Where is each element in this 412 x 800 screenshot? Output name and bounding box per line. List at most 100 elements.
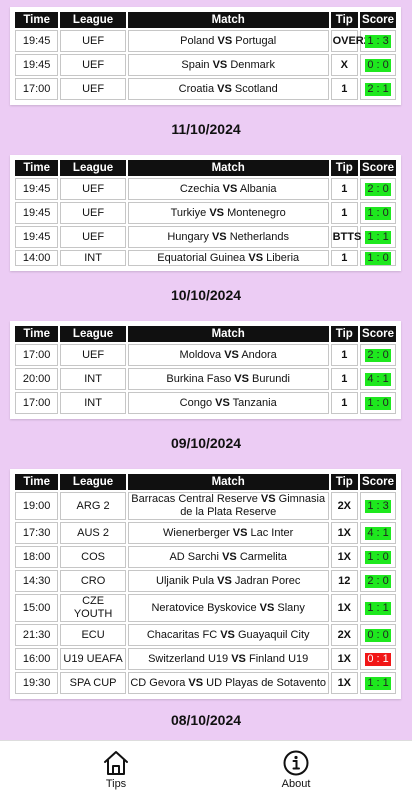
nav-tips[interactable]: Tips <box>56 741 176 800</box>
vs-label: VS <box>232 526 248 539</box>
match-cell: Czechia VS Albania <box>127 178 329 200</box>
header-score: Score <box>360 12 396 28</box>
table-row[interactable]: 19:00 ARG 2 Barracas Central Reserve VS Gi… <box>15 492 396 520</box>
vs-label: VS <box>260 493 276 505</box>
vs-label: VS <box>217 34 233 47</box>
table-row[interactable]: 21:30 ECU Chacaritas FC VS Guayaquil City 2… <box>15 624 396 646</box>
score-cell: 1 : 0 <box>360 202 396 224</box>
table-row[interactable]: 14:00 INT Equatorial Guinea VS Liberia 1 1 :… <box>15 250 396 266</box>
match-cell: Chacaritas FC VS Guayaquil City <box>127 624 329 646</box>
header-tip: Tip <box>330 160 359 176</box>
match-cell: Neratovice Byskovice VS Slany <box>127 594 329 622</box>
header-match: Match <box>127 474 329 490</box>
tip-cell: 1X <box>330 648 359 670</box>
header-score: Score <box>360 474 396 490</box>
bottom-nav: Tips About <box>0 740 412 800</box>
vs-label: VS <box>215 396 230 409</box>
away-team: Portugal <box>235 34 277 47</box>
score-badge: 1 : 3 <box>365 34 391 48</box>
score-cell: 1 : 3 <box>360 492 396 520</box>
home-team: Barracas Central Reserve <box>131 493 258 505</box>
score-cell: 0 : 0 <box>360 624 396 646</box>
league-cell: UEF <box>60 54 126 76</box>
home-team: Wienerberger <box>163 526 230 539</box>
time-cell: 19:45 <box>15 226 59 248</box>
table-row[interactable]: 19:45 UEF Hungary VS Netherlands BTTS 1 : 1 <box>15 226 396 248</box>
match-cell: Uljanik Pula VS Jadran Porec <box>127 570 329 592</box>
table-row[interactable]: 19:30 SPA CUP CD Gevora VS UD Playas de So… <box>15 672 396 694</box>
score-cell: 1 : 0 <box>360 250 396 266</box>
table-row[interactable]: 17:00 UEF Croatia VS Scotland 1 2 : 1 <box>15 78 396 100</box>
home-team: Croatia <box>178 82 215 95</box>
league-cell: AUS 2 <box>60 522 126 544</box>
time-cell: 19:00 <box>15 492 59 520</box>
league-cell: ARG 2 <box>60 492 126 520</box>
time-cell: 16:00 <box>15 648 59 670</box>
league-cell: ECU <box>60 624 126 646</box>
time-cell: 14:00 <box>15 250 59 266</box>
home-team: Congo <box>179 396 213 409</box>
table-row[interactable]: 14:30 CRO Uljanik Pula VS Jadran Porec 12 2 … <box>15 570 396 592</box>
league-cell: CRO <box>60 570 126 592</box>
vs-label: VS <box>259 601 275 614</box>
tips-table-card: Time League Match Tip Score 19:45 UEF Czechia V… <box>10 155 401 271</box>
score-badge: 1 : 1 <box>365 676 391 690</box>
score-cell: 1 : 1 <box>360 672 396 694</box>
score-cell: 1 : 1 <box>360 226 396 248</box>
date-heading: 08/10/2024 <box>170 712 242 728</box>
vs-label: VS <box>224 348 239 361</box>
table-row[interactable]: 17:00 INT Congo VS Tanzania 1 1 : 0 <box>15 392 396 414</box>
table-header-row: Time League Match Tip Score <box>15 474 396 490</box>
match-cell: Hungary VS Netherlands <box>127 226 329 248</box>
table-row[interactable]: 15:00 CZE YOUTH Neratovice Byskovice VS Sl… <box>15 594 396 622</box>
score-badge: 0 : 0 <box>365 58 391 72</box>
tip-cell: 1 <box>330 344 359 366</box>
score-badge: 1 : 3 <box>365 499 391 513</box>
match-cell: Barracas Central Reserve VS Gimnasia de … <box>127 492 329 520</box>
match-cell: Turkiye VS Montenegro <box>127 202 329 224</box>
vs-label: VS <box>217 82 232 95</box>
nav-about[interactable]: About <box>236 741 356 800</box>
table-row[interactable]: 19:45 UEF Czechia VS Albania 1 2 : 0 <box>15 178 396 200</box>
league-cell: INT <box>60 392 126 414</box>
header-time: Time <box>15 474 59 490</box>
score-cell: 2 : 0 <box>360 178 396 200</box>
away-team: Jadran Porec <box>234 574 301 587</box>
header-tip: Tip <box>330 474 359 490</box>
score-badge: 2 : 0 <box>365 574 391 588</box>
score-badge: 0 : 1 <box>365 652 391 666</box>
header-time: Time <box>15 160 59 176</box>
match-cell: Croatia VS Scotland <box>127 78 329 100</box>
table-row[interactable]: 16:00 U19 UEAFA Switzerland U19 VS Finland… <box>15 648 396 670</box>
time-cell: 19:45 <box>15 54 59 76</box>
score-cell: 1 : 3 <box>360 30 396 52</box>
score-badge: 2 : 0 <box>365 182 391 196</box>
table-row[interactable]: 19:45 UEF Turkiye VS Montenegro 1 1 : 0 <box>15 202 396 224</box>
table-row[interactable]: 19:45 UEF Spain VS Denmark X 0 : 0 <box>15 54 396 76</box>
table-row[interactable]: 17:30 AUS 2 Wienerberger VS Lac Inter 1X 4 :… <box>15 522 396 544</box>
tip-cell: 1 <box>330 202 359 224</box>
score-badge: 1 : 0 <box>365 550 391 564</box>
table-row[interactable]: 17:00 UEF Moldova VS Andora 1 2 : 0 <box>15 344 396 366</box>
tip-cell: 1X <box>330 522 359 544</box>
match-cell: Switzerland U19 VS Finland U19 <box>127 648 329 670</box>
vs-label: VS <box>220 628 235 641</box>
home-team: Burkina Faso <box>166 372 232 385</box>
away-team: Carmelita <box>239 550 287 563</box>
table-row[interactable]: 18:00 COS AD Sarchi VS Carmelita 1X 1 : 0 <box>15 546 396 568</box>
home-team: Moldova <box>179 348 222 361</box>
table-row[interactable]: 19:45 UEF Poland VS Portugal OVER2.5 1 : 3 <box>15 30 396 52</box>
tips-table: Time League Match Tip Score 19:45 UEF Poland VS… <box>13 10 398 102</box>
home-icon <box>104 751 128 775</box>
league-cell: CZE YOUTH <box>60 594 126 622</box>
match-cell: Spain VS Denmark <box>127 54 329 76</box>
away-team: Burundi <box>252 372 290 385</box>
vs-label: VS <box>222 182 238 195</box>
info-icon <box>283 750 309 776</box>
table-row[interactable]: 20:00 INT Burkina Faso VS Burundi 1 4 : 1 <box>15 368 396 390</box>
score-cell: 1 : 0 <box>360 392 396 414</box>
tips-content[interactable]: Time League Match Tip Score 19:45 UEF Poland VS… <box>0 0 412 740</box>
home-team: Spain <box>181 58 210 71</box>
tip-cell: 1X <box>330 594 359 622</box>
score-cell: 2 : 0 <box>360 344 396 366</box>
